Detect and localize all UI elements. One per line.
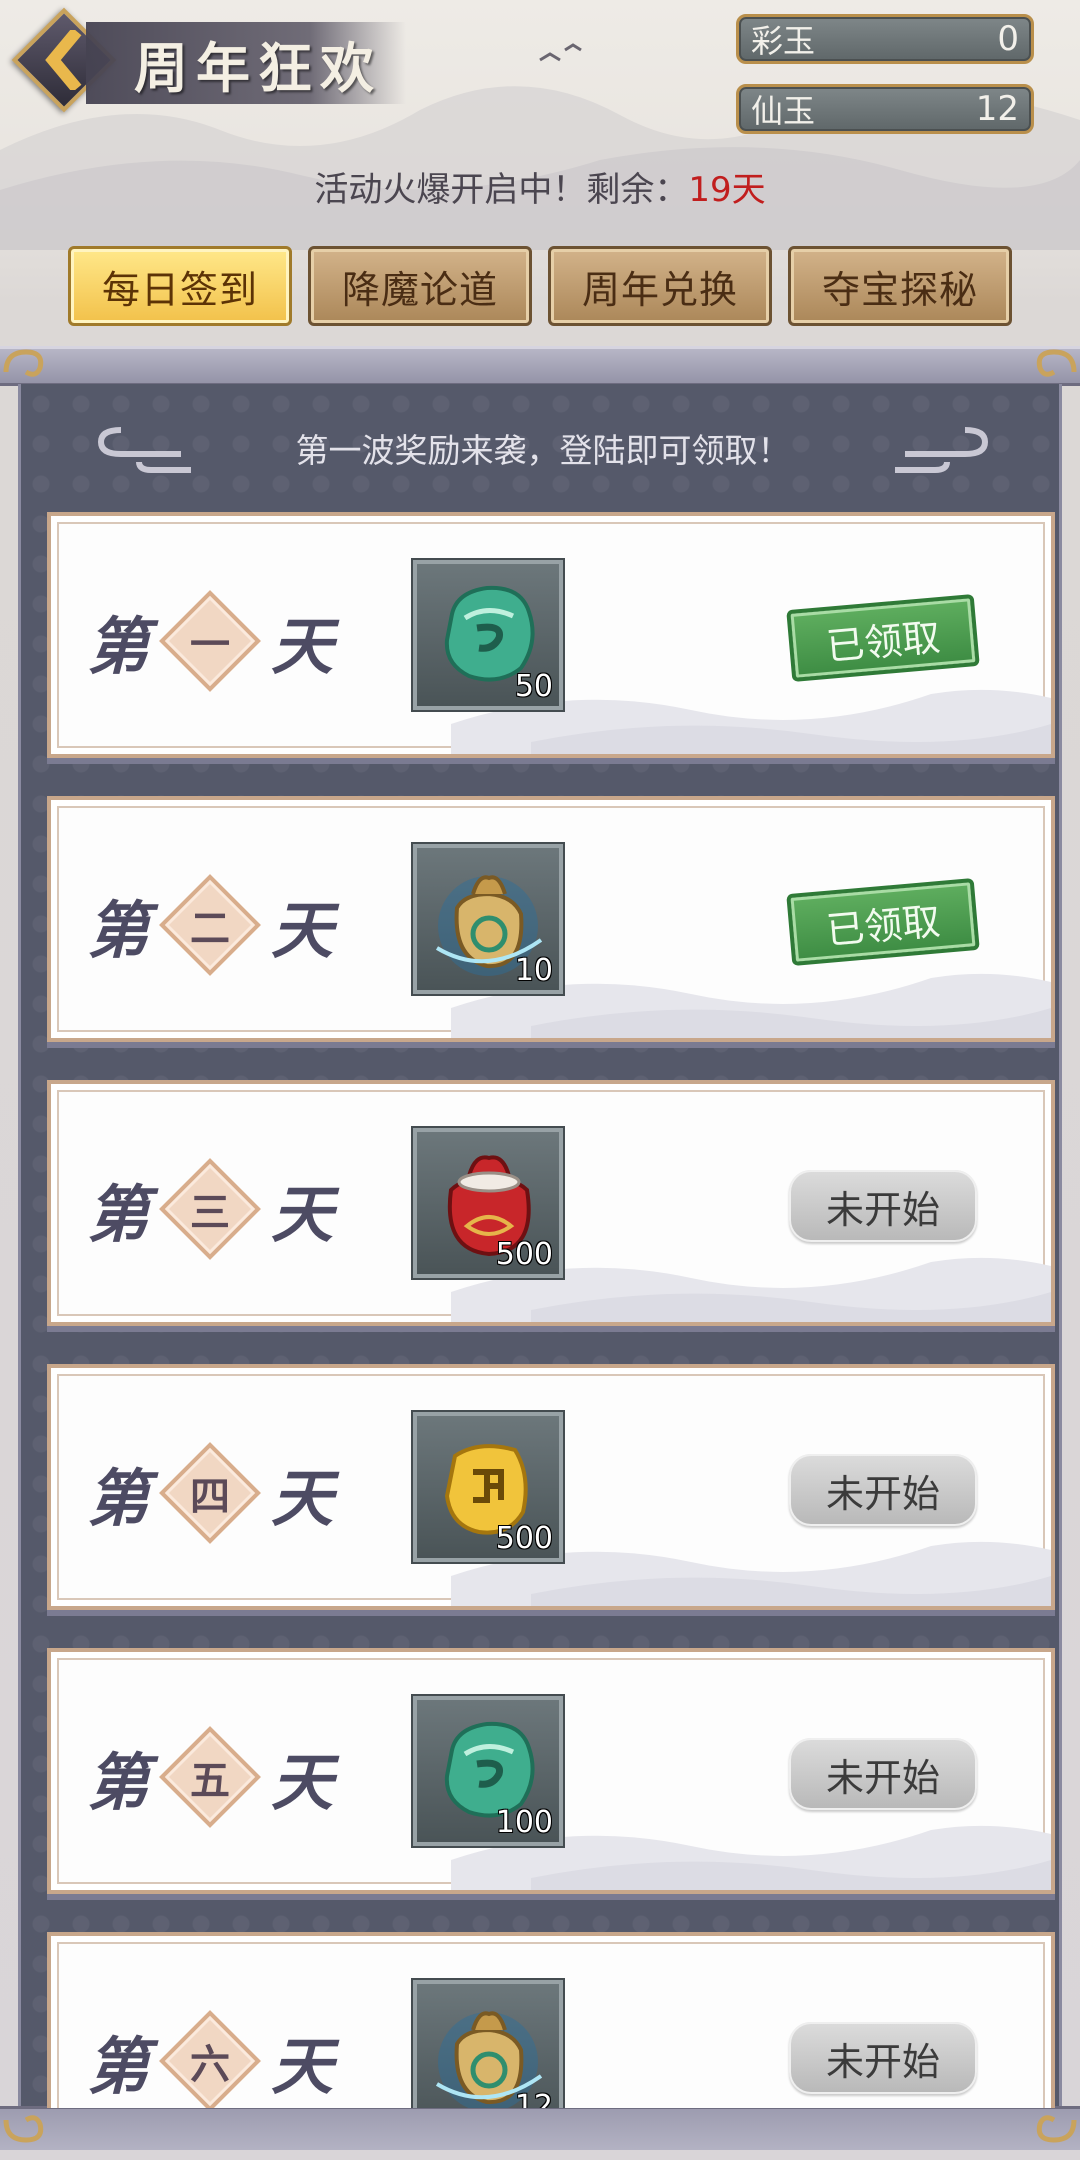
reward-item-slot[interactable]: 500 [413, 1128, 563, 1278]
tab-daily-signin[interactable]: 每日签到 [68, 246, 292, 326]
day-number-badge: 五 [155, 1722, 265, 1832]
day-number: 四 [190, 1473, 231, 1520]
day-suffix: 天 [271, 894, 334, 967]
day-label: 第 一 天 [87, 586, 387, 696]
tab-treasure-hunt[interactable]: 夺宝探秘 [788, 246, 1012, 326]
corner-curl-icon [3, 349, 44, 377]
day-reward-card: 第 四 天 500 未开始 [47, 1364, 1055, 1610]
day-suffix: 天 [271, 1746, 334, 1819]
reward-quantity: 50 [514, 669, 553, 704]
day-label: 第 六 天 [87, 2006, 387, 2108]
day-number: 六 [190, 2041, 231, 2088]
not-started-button[interactable]: 未开始 [789, 2022, 977, 2094]
reward-item-slot[interactable]: 12 [413, 1980, 563, 2108]
currency-value: 0 [997, 19, 1019, 59]
day-reward-card: 第 一 天 50 已领取 [47, 512, 1055, 758]
reward-item-slot[interactable]: 500 [413, 1412, 563, 1562]
day-number-badge: 四 [155, 1438, 265, 1548]
tab-anniversary-exchange[interactable]: 周年兑换 [548, 246, 772, 326]
day-number: 三 [190, 1189, 231, 1236]
reward-item-slot[interactable]: 100 [413, 1696, 563, 1846]
reward-item-slot[interactable]: 10 [413, 844, 563, 994]
currency-name: 仙玉 [751, 92, 816, 130]
reward-quantity: 10 [514, 953, 553, 988]
reward-quantity: 500 [495, 1237, 553, 1272]
daily-signin-panel: 第一波奖励来袭，登陆即可领取！ 第 一 天 50 已领取 第 二 天 10 已领… [18, 384, 1062, 2108]
reward-item-slot[interactable]: 50 [413, 560, 563, 710]
event-remaining-time: 活动火爆开启中！剩余：19天 [0, 162, 1080, 211]
reward-quantity: 100 [495, 1805, 553, 1840]
currency-value: 12 [975, 89, 1019, 129]
reward-quantity: 12 [514, 2089, 553, 2108]
panel-subtitle: 第一波奖励来袭，登陆即可领取！ [295, 431, 791, 470]
day-number: 二 [190, 905, 231, 952]
panel-frame-top [0, 346, 1080, 386]
title-banner: 周年狂欢 [86, 22, 406, 104]
tab-bar: 每日签到 降魔论道 周年兑换 夺宝探秘 [68, 246, 1012, 326]
currency-xianyu: 仙玉 12 [736, 84, 1034, 134]
day-number-badge: 六 [155, 2006, 265, 2108]
day-prefix: 第 [87, 1178, 150, 1251]
day-reward-card: 第 五 天 100 未开始 [47, 1648, 1055, 1894]
day-suffix: 天 [271, 2030, 334, 2103]
day-number: 一 [190, 621, 231, 668]
day-reward-card: 第 三 天 500 未开始 [47, 1080, 1055, 1326]
day-label: 第 二 天 [87, 870, 387, 980]
day-prefix: 第 [87, 1462, 150, 1535]
not-started-button[interactable]: 未开始 [789, 1170, 977, 1242]
day-prefix: 第 [87, 894, 150, 967]
day-prefix: 第 [87, 1746, 150, 1819]
day-label: 第 五 天 [87, 1722, 387, 1832]
remaining-days: 19天 [688, 170, 766, 210]
day-number-badge: 一 [155, 586, 265, 696]
day-label: 第 四 天 [87, 1438, 387, 1548]
corner-curl-icon [1036, 2115, 1077, 2143]
day-number-badge: 三 [155, 1154, 265, 1264]
reward-quantity: 500 [495, 1521, 553, 1556]
day-reward-card: 第 二 天 10 已领取 [47, 796, 1055, 1042]
corner-curl-icon [3, 2115, 44, 2143]
day-suffix: 天 [271, 610, 334, 683]
currency-caiyu: 彩玉 0 [736, 14, 1034, 64]
day-prefix: 第 [87, 610, 150, 683]
remaining-label: 活动火爆开启中！剩余： [314, 170, 689, 210]
back-arrow-icon [45, 30, 82, 90]
currency-name: 彩玉 [751, 22, 816, 60]
day-reward-card: 第 六 天 12 未开始 [47, 1932, 1055, 2108]
day-number: 五 [190, 1757, 231, 1804]
tab-demon-debate[interactable]: 降魔论道 [308, 246, 532, 326]
day-number-badge: 二 [155, 870, 265, 980]
corner-curl-icon [1036, 349, 1077, 377]
day-suffix: 天 [271, 1178, 334, 1251]
panel-frame-bottom [0, 2106, 1080, 2150]
not-started-button[interactable]: 未开始 [789, 1738, 977, 1810]
day-label: 第 三 天 [87, 1154, 387, 1264]
not-started-button[interactable]: 未开始 [789, 1454, 977, 1526]
page-title: 周年狂欢 [134, 35, 382, 100]
day-prefix: 第 [87, 2030, 150, 2103]
day-suffix: 天 [271, 1462, 334, 1535]
